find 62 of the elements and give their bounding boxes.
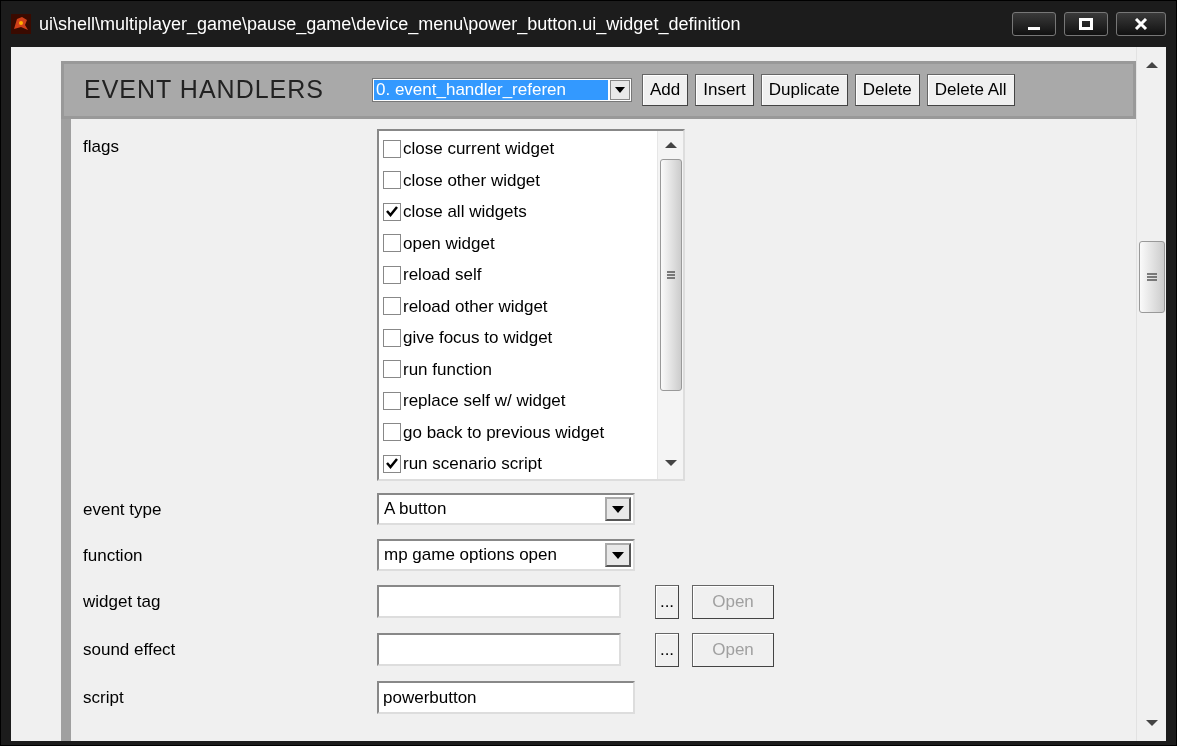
- checkbox[interactable]: [383, 139, 401, 158]
- minimize-icon: [1028, 26, 1040, 30]
- section-title: EVENT HANDLERS: [84, 74, 325, 106]
- checkbox[interactable]: [383, 360, 401, 379]
- checkbox[interactable]: [383, 265, 401, 284]
- check-icon: [386, 458, 398, 470]
- browse-button[interactable]: ...: [655, 585, 679, 619]
- app-icon: [11, 14, 31, 34]
- checkbox-label: run function: [403, 358, 492, 381]
- checkbox-label: reload other widget: [403, 295, 548, 318]
- toolbar-button[interactable]: Delete: [854, 74, 920, 106]
- browse-button[interactable]: ...: [655, 633, 679, 667]
- field-label: flags: [83, 136, 120, 158]
- minimize-button[interactable]: [1012, 12, 1056, 36]
- caret-icon: [612, 505, 624, 513]
- scroll-down-icon[interactable]: [664, 459, 677, 467]
- dropdown[interactable]: mp game options open: [377, 539, 635, 571]
- maximize-icon: [1079, 18, 1093, 30]
- checkbox-label: run scenario script: [403, 453, 542, 475]
- checkbox[interactable]: [383, 297, 401, 316]
- grip-icon: [665, 270, 676, 280]
- field-label: script: [83, 687, 125, 709]
- checkbox-label: reload self: [403, 264, 482, 286]
- close-icon: [1134, 18, 1148, 30]
- scroll-down-icon[interactable]: [1145, 719, 1158, 727]
- checkbox-label: replace self w/ widget: [403, 390, 566, 412]
- checkbox[interactable]: [383, 202, 401, 221]
- caret-icon: [615, 87, 625, 93]
- input-field[interactable]: [377, 633, 621, 666]
- checkbox[interactable]: [383, 454, 401, 473]
- caret-icon: [612, 551, 624, 559]
- checkbox-label: open widget: [403, 232, 495, 255]
- toolbar-button[interactable]: Delete All: [926, 74, 1015, 106]
- scroll-up-icon[interactable]: [664, 141, 677, 149]
- checkbox-label: go back to previous widget: [403, 421, 605, 444]
- field-label: widget tag: [83, 591, 162, 613]
- dropdown[interactable]: A button: [377, 493, 635, 525]
- checkbox[interactable]: [383, 423, 401, 442]
- field-label: function: [83, 545, 144, 567]
- checkbox[interactable]: [383, 234, 401, 253]
- field-label: event type: [83, 499, 163, 521]
- input-field[interactable]: [377, 585, 621, 618]
- checkbox[interactable]: [383, 328, 401, 347]
- checkbox[interactable]: [383, 391, 401, 410]
- grip-icon: [1145, 271, 1158, 283]
- checkbox-label: close other widget: [403, 169, 541, 192]
- scrollbar-thumb[interactable]: [1138, 241, 1165, 313]
- window-title: ui\shell\multiplayer_game\pause_game\device_menu\power_button.ui_widget_definition: [39, 12, 741, 37]
- field-label: sound effect: [83, 639, 177, 661]
- close-button[interactable]: [1116, 12, 1166, 36]
- checkbox-label: close current widget: [403, 138, 555, 160]
- checkbox-label: close all widgets: [403, 201, 527, 223]
- toolbar-button[interactable]: Insert: [695, 74, 754, 106]
- maximize-button[interactable]: [1064, 12, 1108, 36]
- checkbox-label: give focus to widget: [403, 327, 553, 349]
- input-field[interactable]: powerbutton: [377, 681, 635, 714]
- toolbar-button[interactable]: Add: [642, 74, 689, 106]
- scroll-up-icon[interactable]: [1145, 61, 1158, 69]
- check-icon: [386, 206, 398, 218]
- scrollbar-thumb[interactable]: [659, 159, 682, 391]
- checkbox[interactable]: [383, 171, 401, 190]
- toolbar-button[interactable]: Duplicate: [760, 74, 848, 106]
